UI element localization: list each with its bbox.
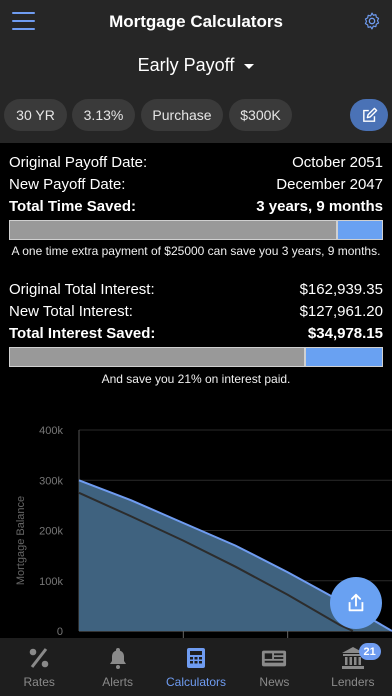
y-tick-label: 200k xyxy=(39,526,63,538)
interest-saved-label: Total Interest Saved: xyxy=(9,325,156,342)
tab-alerts[interactable]: Alerts xyxy=(78,638,156,696)
loan-amount-chip[interactable]: $300K xyxy=(229,99,292,131)
bell-icon xyxy=(105,645,131,671)
tab-rates[interactable]: Rates xyxy=(0,638,78,696)
tab-calculators-label: Calculators xyxy=(166,675,227,689)
menu-icon[interactable] xyxy=(12,12,35,30)
time-saved-label: Total Time Saved: xyxy=(9,198,136,215)
rate-chip[interactable]: 3.13% xyxy=(72,99,135,131)
y-tick-label: 100k xyxy=(39,576,63,588)
time-saved-bar-fill xyxy=(335,221,382,239)
tab-alerts-label: Alerts xyxy=(102,675,133,689)
time-saved-bar xyxy=(9,220,383,240)
y-tick-label: 0 xyxy=(57,626,63,638)
interest-saved-row: Total Interest Saved: $34,978.15 xyxy=(9,325,383,342)
lenders-count-badge: 21 xyxy=(358,643,381,660)
share-icon xyxy=(348,593,364,612)
new-payoff-label: New Payoff Date: xyxy=(9,176,126,193)
edit-parameters-button[interactable] xyxy=(350,99,388,131)
original-payoff-label: Original Payoff Date: xyxy=(9,154,148,171)
time-saved-row: Total Time Saved: 3 years, 9 months xyxy=(9,198,383,215)
y-axis-title: Mortgage Balance xyxy=(15,496,27,585)
edit-icon xyxy=(362,107,377,122)
original-interest-value: $162,939.35 xyxy=(299,281,383,298)
loan-purpose-chip[interactable]: Purchase xyxy=(141,99,223,131)
gear-icon[interactable] xyxy=(362,11,382,31)
bottom-tab-bar: Rates Alerts Calculators News Lenders 21 xyxy=(0,638,392,696)
loan-parameters-bar: 30 YR 3.13% Purchase $300K xyxy=(0,87,392,143)
tab-lenders-label: Lenders xyxy=(331,675,375,689)
interest-saved-note: And save you 21% on interest paid. xyxy=(101,372,291,386)
calculator-type-dropdown[interactable]: Early Payoff xyxy=(0,43,392,87)
page-title: Mortgage Calculators xyxy=(109,11,283,31)
newspaper-icon xyxy=(261,645,287,671)
time-saved-note: A one time extra payment of $25000 can s… xyxy=(11,244,381,258)
tab-news-label: News xyxy=(259,675,290,689)
tab-news[interactable]: News xyxy=(235,638,313,696)
original-payoff-value: October 2051 xyxy=(292,154,383,171)
new-payoff-row: New Payoff Date: December 2047 xyxy=(9,176,383,193)
interest-saved-bar xyxy=(9,347,383,367)
y-tick-label: 400k xyxy=(39,425,63,437)
y-tick-label: 300k xyxy=(39,475,63,487)
tab-lenders[interactable]: Lenders 21 xyxy=(314,638,392,696)
new-interest-value: $127,961.20 xyxy=(299,303,383,320)
term-chip[interactable]: 30 YR xyxy=(4,99,67,131)
calculator-type-label: Early Payoff xyxy=(137,54,235,75)
chevron-down-icon xyxy=(244,63,255,69)
tab-calculators[interactable]: Calculators xyxy=(157,638,235,696)
tab-rates-label: Rates xyxy=(23,675,55,689)
app-header: Mortgage Calculators xyxy=(0,0,392,43)
new-interest-label: New Total Interest: xyxy=(9,303,133,320)
new-payoff-value: December 2047 xyxy=(276,176,383,193)
new-interest-row: New Total Interest: $127,961.20 xyxy=(9,303,383,320)
interest-saved-value: $34,978.15 xyxy=(307,325,383,342)
percent-icon xyxy=(26,645,52,671)
calculator-icon xyxy=(183,645,209,671)
original-interest-row: Original Total Interest: $162,939.35 xyxy=(9,281,383,298)
interest-saved-bar-fill xyxy=(303,348,382,366)
share-button[interactable] xyxy=(330,577,382,629)
time-saved-value: 3 years, 9 months xyxy=(256,198,383,215)
original-payoff-row: Original Payoff Date: October 2051 xyxy=(9,154,383,171)
original-interest-label: Original Total Interest: xyxy=(9,281,155,298)
